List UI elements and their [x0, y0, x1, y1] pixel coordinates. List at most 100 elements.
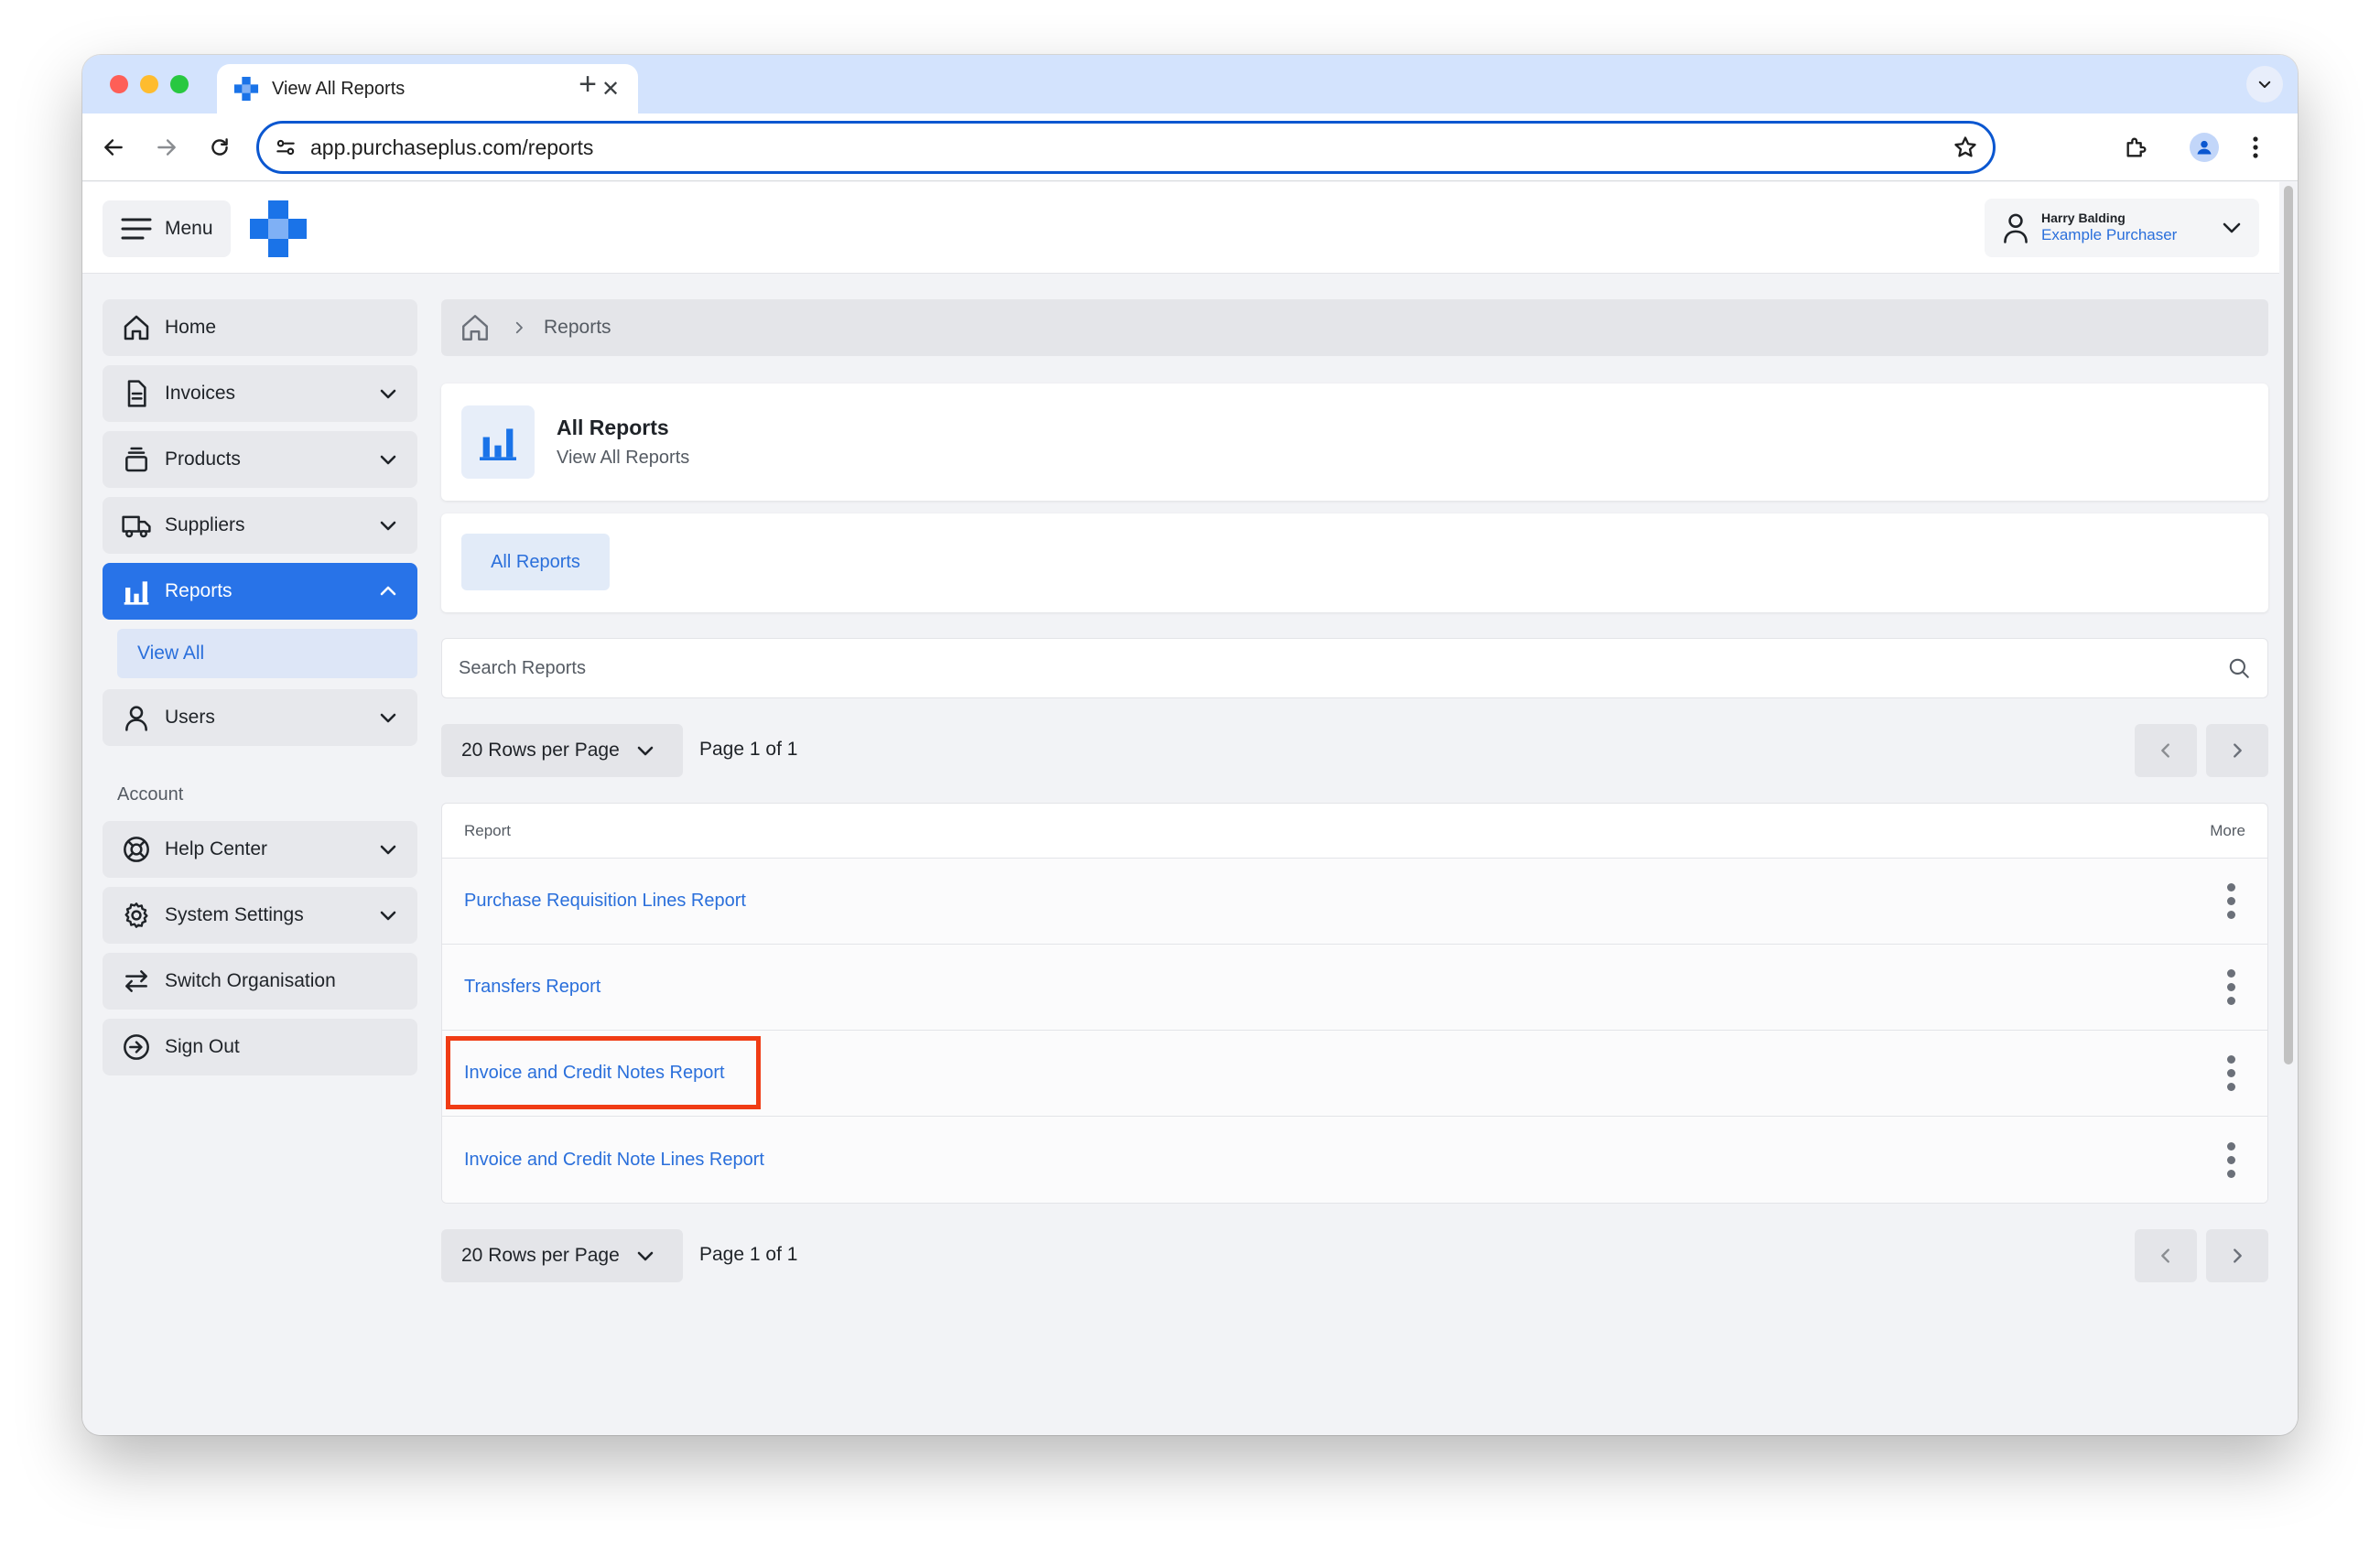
more-options-button[interactable] — [2212, 1132, 2249, 1187]
rows-per-page-label: 20 Rows per Page — [461, 740, 620, 761]
sidebar-item-help-center[interactable]: Help Center — [103, 821, 417, 878]
report-link[interactable]: Purchase Requisition Lines Report — [464, 891, 746, 912]
sidebar-subitem-view-all[interactable]: View All — [117, 629, 417, 678]
sidebar-item-label: Sign Out — [165, 1036, 240, 1057]
maximize-window-button[interactable] — [170, 75, 189, 93]
reports-table: Report More Purchase Requisition Lines R… — [441, 803, 2268, 1204]
table-row: Invoice and Credit Note Lines Report — [442, 1117, 2267, 1203]
chevron-left-icon — [2161, 1248, 2169, 1263]
profile-button[interactable] — [2188, 131, 2221, 164]
chevron-right-icon — [2234, 743, 2242, 758]
more-options-button[interactable] — [2212, 874, 2249, 929]
more-options-button[interactable] — [2212, 1046, 2249, 1101]
extensions-button[interactable] — [2120, 131, 2153, 164]
chevron-right-icon — [2234, 1248, 2242, 1263]
column-header-more: More — [2210, 821, 2245, 839]
chevron-down-icon — [2223, 222, 2241, 233]
sidebar-item-suppliers[interactable]: Suppliers — [103, 497, 417, 554]
sidebar-item-products[interactable]: Products — [103, 431, 417, 488]
arrow-left-icon — [104, 139, 123, 156]
user-menu[interactable]: Harry Balding Example Purchaser — [1985, 199, 2259, 257]
sidebar-item-label: System Settings — [165, 904, 304, 925]
close-window-button[interactable] — [110, 75, 128, 93]
user-icon — [2004, 213, 2028, 243]
products-icon — [121, 444, 152, 475]
user-icon — [121, 702, 152, 733]
page-title: All Reports — [557, 416, 669, 439]
user-info: Harry Balding Example Purchaser — [2041, 211, 2221, 244]
sidebar-item-invoices[interactable]: Invoices — [103, 365, 417, 422]
browser-window: View All Reports ✕ + app.purchaseplus.co… — [82, 55, 2298, 1435]
search-input[interactable] — [459, 657, 2227, 679]
page-scrollbar[interactable] — [2279, 182, 2298, 1435]
chevron-down-icon — [377, 838, 399, 860]
address-bar[interactable]: app.purchaseplus.com/reports — [256, 121, 1996, 174]
browser-menu-button[interactable] — [2239, 131, 2272, 164]
sidebar-item-label: Switch Organisation — [165, 970, 336, 991]
chevron-down-icon — [377, 514, 399, 536]
chevron-left-icon — [2161, 743, 2169, 758]
new-tab-button[interactable]: + — [569, 68, 606, 101]
sidebar-item-label: Home — [165, 317, 217, 338]
home-icon[interactable] — [460, 312, 491, 343]
bookmark-button[interactable] — [1947, 129, 1984, 166]
site-settings-icon[interactable] — [274, 135, 298, 159]
sidebar-item-users[interactable]: Users — [103, 689, 417, 746]
reload-button[interactable] — [203, 131, 236, 164]
truck-icon — [121, 510, 152, 541]
sidebar-item-home[interactable]: Home — [103, 299, 417, 356]
breadcrumb-current: Reports — [544, 317, 611, 338]
next-page-button[interactable] — [2206, 724, 2268, 777]
hamburger-icon — [121, 218, 152, 240]
switch-icon — [121, 966, 152, 997]
sidebar-item-system-settings[interactable]: System Settings — [103, 887, 417, 944]
chevron-right-icon — [511, 319, 527, 336]
gear-icon — [121, 900, 152, 931]
rows-per-page-select[interactable]: 20 Rows per Page — [441, 724, 683, 777]
sidebar-item-label: Users — [165, 707, 215, 728]
table-row: Invoice and Credit Notes Report — [442, 1031, 2267, 1117]
tab-search-button[interactable] — [2246, 66, 2283, 103]
report-link[interactable]: Invoice and Credit Note Lines Report — [464, 1150, 764, 1171]
star-icon — [1954, 136, 1976, 157]
sidebar-item-reports[interactable]: Reports — [103, 563, 417, 620]
sidebar-item-label: Help Center — [165, 838, 268, 859]
previous-page-button[interactable] — [2135, 1229, 2197, 1282]
previous-page-button[interactable] — [2135, 724, 2197, 777]
rows-per-page-select[interactable]: 20 Rows per Page — [441, 1229, 683, 1282]
minimize-window-button[interactable] — [140, 75, 158, 93]
page-subtitle: View All Reports — [557, 448, 690, 468]
search-icon[interactable] — [2227, 656, 2251, 680]
chevron-down-icon — [377, 707, 399, 729]
purchaseplus-logo[interactable] — [250, 200, 307, 257]
report-link[interactable]: Transfers Report — [464, 977, 600, 998]
arrow-right-icon — [157, 139, 176, 156]
sidebar-item-sign-out[interactable]: Sign Out — [103, 1019, 417, 1075]
chevron-up-icon — [377, 580, 399, 602]
sidebar-item-label: Products — [165, 448, 241, 470]
back-button[interactable] — [97, 131, 130, 164]
sign-out-icon — [121, 1032, 152, 1063]
lifebuoy-icon — [121, 834, 152, 865]
breadcrumb: Reports — [441, 299, 2268, 356]
table-header: Report More — [442, 804, 2267, 859]
bar-chart-icon — [121, 576, 152, 607]
tab-strip: View All Reports ✕ + — [82, 55, 2298, 113]
report-link[interactable]: Invoice and Credit Notes Report — [464, 1063, 725, 1084]
page-title-group: All Reports View All Reports — [557, 416, 689, 469]
user-name: Harry Balding — [2041, 211, 2126, 226]
next-page-button[interactable] — [2206, 1229, 2268, 1282]
account-heading: Account — [117, 784, 184, 805]
forward-button[interactable] — [150, 131, 183, 164]
scrollbar-thumb[interactable] — [2284, 186, 2293, 1064]
url-text[interactable]: app.purchaseplus.com/reports — [310, 135, 1947, 160]
app-header: Menu Harry Balding Example Purchaser — [82, 182, 2279, 274]
more-options-button[interactable] — [2212, 960, 2249, 1015]
sidebar-item-switch-organisation[interactable]: Switch Organisation — [103, 953, 417, 1010]
chevron-down-icon — [377, 448, 399, 470]
menu-button[interactable]: Menu — [103, 200, 231, 257]
tab-all-reports[interactable]: All Reports — [461, 534, 610, 590]
app-viewport: Menu Harry Balding Example Purchaser Hom… — [82, 182, 2279, 1435]
rows-per-page-label: 20 Rows per Page — [461, 1245, 620, 1266]
tab-title: View All Reports — [272, 78, 406, 99]
